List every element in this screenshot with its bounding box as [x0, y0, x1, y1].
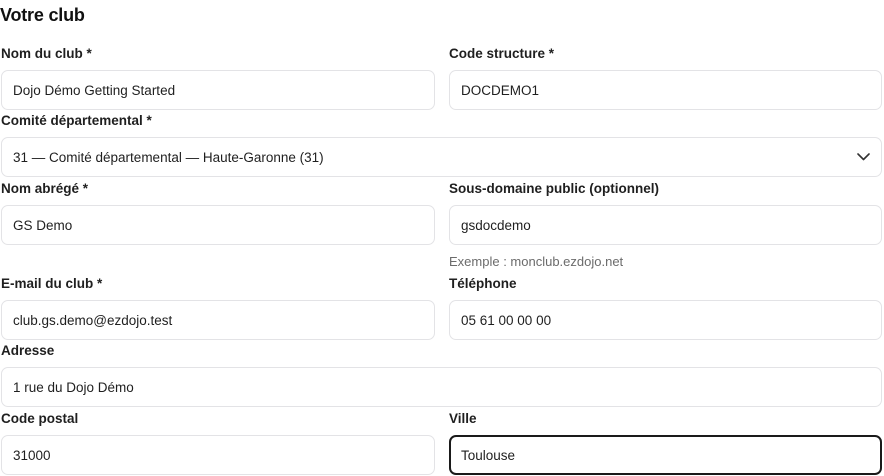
committee-label: Comité départemental *	[1, 113, 152, 128]
committee-selected-value: 31 — Comité départemental — Haute-Garonn…	[13, 149, 324, 165]
email-input[interactable]	[1, 300, 435, 340]
section-title: Votre club	[0, 5, 85, 25]
postal-code-input[interactable]	[1, 435, 435, 475]
postal-code-label: Code postal	[1, 411, 79, 426]
phone-input[interactable]	[449, 300, 882, 340]
committee-select[interactable]: 31 — Comité départemental — Haute-Garonn…	[1, 137, 882, 177]
structure-code-input[interactable]	[449, 70, 882, 110]
subdomain-input[interactable]	[449, 205, 882, 245]
short-name-input[interactable]	[1, 205, 435, 245]
address-input[interactable]	[1, 367, 882, 407]
subdomain-hint: Exemple : monclub.ezdojo.net	[449, 254, 624, 269]
address-label: Adresse	[1, 343, 55, 358]
short-name-label: Nom abrégé *	[1, 181, 89, 196]
city-input[interactable]	[449, 435, 882, 475]
club-name-input[interactable]	[1, 70, 435, 110]
club-name-label: Nom du club *	[1, 46, 92, 61]
chevron-down-icon	[856, 150, 870, 164]
phone-label: Téléphone	[449, 276, 517, 291]
structure-code-label: Code structure *	[449, 46, 555, 61]
city-label: Ville	[449, 411, 477, 426]
subdomain-label: Sous-domaine public (optionnel)	[449, 181, 659, 196]
email-label: E-mail du club *	[1, 276, 103, 291]
